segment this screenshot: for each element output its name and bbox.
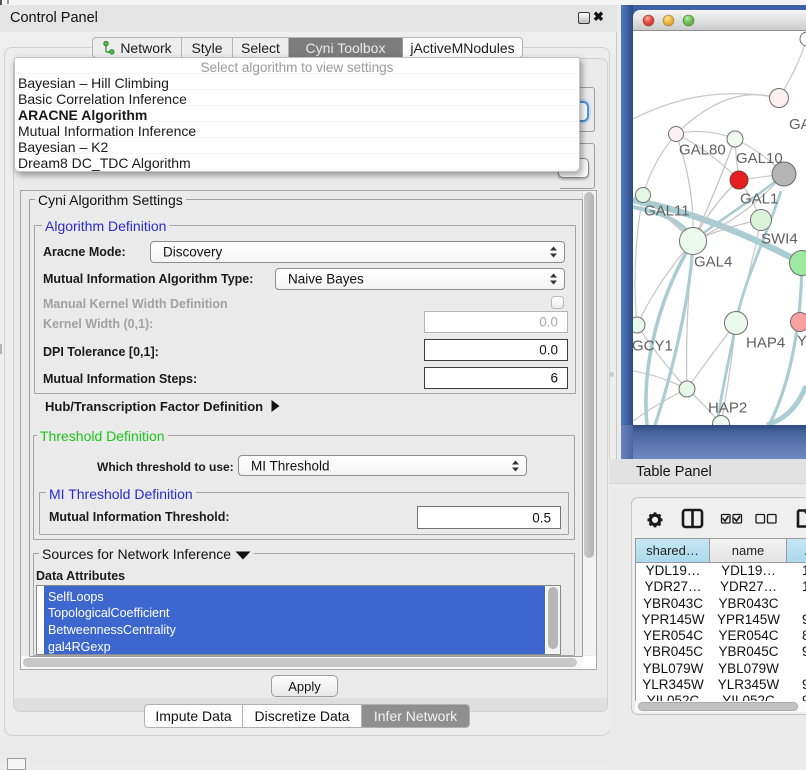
svg-text:HAP4: HAP4: [746, 335, 785, 352]
svg-text:SWI4: SWI4: [761, 231, 798, 248]
svg-text:Y: Y: [797, 333, 806, 350]
svg-text:GAL1: GAL1: [740, 191, 778, 208]
svg-text:GAL: GAL: [789, 116, 806, 133]
svg-text:GAL4: GAL4: [694, 254, 732, 271]
svg-text:GAL10: GAL10: [736, 150, 783, 167]
svg-text:GCY1: GCY1: [633, 338, 673, 355]
svg-text:HAP2: HAP2: [708, 400, 747, 417]
svg-text:GAL11: GAL11: [644, 203, 690, 220]
svg-text:GAL80: GAL80: [679, 142, 726, 159]
